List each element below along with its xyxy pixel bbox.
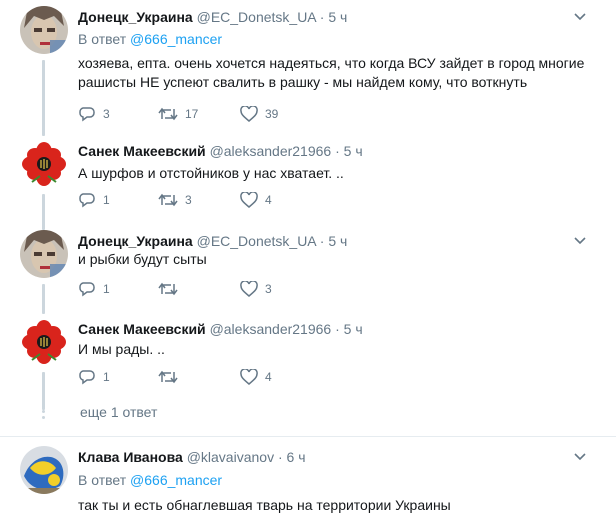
reply-count: 1 bbox=[103, 193, 110, 207]
timestamp[interactable]: 5 ч bbox=[344, 321, 363, 337]
separator: · bbox=[319, 233, 325, 249]
reply-button[interactable]: 1 bbox=[78, 279, 110, 299]
heart-icon bbox=[240, 192, 258, 208]
reply-prefix: В ответ bbox=[78, 31, 127, 47]
tweet-text-line: рашисты НЕ успеют свалить в рашку - мы н… bbox=[78, 74, 528, 90]
chevron-down-icon[interactable] bbox=[574, 12, 586, 22]
tweet-header: Донецк_Украина @EC_Donetsk_UA · 5 ч bbox=[78, 233, 347, 249]
reply-icon bbox=[79, 282, 95, 297]
tweet-text: И мы рады. .. bbox=[78, 341, 165, 357]
separator: · bbox=[319, 9, 325, 25]
timestamp[interactable]: 6 ч bbox=[287, 449, 306, 465]
reply-count: 1 bbox=[103, 282, 110, 296]
timestamp[interactable]: 5 ч bbox=[328, 233, 347, 249]
thread-line bbox=[42, 194, 45, 230]
heart-icon bbox=[240, 281, 258, 297]
tweet-text: хозяева, епта. очень хочется надеяться, … bbox=[78, 54, 584, 92]
reply-button[interactable]: 1 bbox=[78, 190, 110, 210]
tweet-text-line: хозяева, епта. очень хочется надеяться, … bbox=[78, 55, 585, 71]
avatar[interactable] bbox=[20, 318, 68, 366]
author-name[interactable]: Санек Макеевский bbox=[78, 321, 206, 337]
author-handle[interactable]: @aleksander21966 bbox=[210, 321, 332, 337]
thread-line bbox=[42, 60, 45, 136]
thread-line bbox=[42, 284, 45, 314]
reply-button[interactable]: 3 bbox=[78, 104, 110, 124]
chevron-down-icon[interactable] bbox=[574, 452, 586, 462]
reply-button[interactable]: 1 bbox=[78, 367, 110, 387]
reply-context: В ответ @666_mancer bbox=[78, 472, 222, 488]
retweet-button[interactable] bbox=[158, 279, 185, 299]
like-button[interactable]: 3 bbox=[240, 279, 272, 299]
author-name[interactable]: Клава Иванова bbox=[78, 449, 183, 465]
retweet-icon bbox=[158, 193, 178, 207]
tweet-header: Донецк_Украина @EC_Donetsk_UA · 5 ч bbox=[78, 9, 347, 25]
reply-icon bbox=[79, 370, 95, 385]
reply-to-link[interactable]: @666_mancer bbox=[130, 31, 222, 47]
tweet-text: и рыбки будут сыты bbox=[78, 251, 207, 267]
like-count: 4 bbox=[265, 193, 272, 207]
avatar[interactable] bbox=[20, 230, 68, 278]
author-handle[interactable]: @EC_Donetsk_UA bbox=[197, 233, 316, 249]
retweet-icon bbox=[158, 282, 178, 296]
like-count: 4 bbox=[265, 370, 272, 384]
retweet-icon bbox=[158, 107, 178, 121]
timestamp[interactable]: 5 ч bbox=[344, 143, 363, 159]
chevron-down-icon[interactable] bbox=[574, 236, 586, 246]
retweet-icon bbox=[158, 370, 178, 384]
tweet-header: Санек Макеевский @aleksander21966 · 5 ч bbox=[78, 321, 363, 337]
retweet-button[interactable] bbox=[158, 367, 185, 387]
reply-prefix: В ответ bbox=[78, 472, 127, 488]
avatar[interactable] bbox=[20, 6, 68, 54]
like-button[interactable]: 4 bbox=[240, 190, 272, 210]
divider bbox=[0, 436, 616, 437]
reply-count: 3 bbox=[103, 107, 110, 121]
author-handle[interactable]: @EC_Donetsk_UA bbox=[197, 9, 316, 25]
show-more-replies-link[interactable]: еще 1 ответ bbox=[80, 404, 157, 420]
like-count: 39 bbox=[265, 107, 279, 121]
retweet-button[interactable]: 3 bbox=[158, 190, 192, 210]
retweet-button[interactable]: 17 bbox=[158, 104, 198, 124]
like-count: 3 bbox=[265, 282, 272, 296]
author-name[interactable]: Санек Макеевский bbox=[78, 143, 206, 159]
like-button[interactable]: 39 bbox=[240, 104, 278, 124]
reply-icon bbox=[79, 193, 95, 208]
reply-context: В ответ @666_mancer bbox=[78, 31, 222, 47]
reply-to-link[interactable]: @666_mancer bbox=[130, 472, 222, 488]
reply-count: 1 bbox=[103, 370, 110, 384]
avatar[interactable] bbox=[20, 446, 68, 494]
retweet-count: 17 bbox=[185, 107, 199, 121]
author-name[interactable]: Донецк_Украина bbox=[78, 9, 193, 25]
thread-dots bbox=[42, 404, 45, 422]
reply-icon bbox=[79, 107, 95, 122]
tweet-header: Санек Макеевский @aleksander21966 · 5 ч bbox=[78, 143, 363, 159]
avatar[interactable] bbox=[20, 140, 68, 188]
author-handle[interactable]: @aleksander21966 bbox=[210, 143, 332, 159]
tweet-header: Клава Иванова @klavaivanov · 6 ч bbox=[78, 449, 306, 465]
separator: · bbox=[335, 321, 340, 337]
heart-icon bbox=[240, 369, 258, 385]
heart-icon bbox=[240, 106, 258, 122]
retweet-count: 3 bbox=[185, 193, 192, 207]
author-name[interactable]: Донецк_Украина bbox=[78, 233, 193, 249]
tweet-text: А шурфов и отстойников у нас хватает. .. bbox=[78, 165, 344, 181]
timestamp[interactable]: 5 ч bbox=[328, 9, 347, 25]
tweet-text: так ты и есть обнаглевшая тварь на терри… bbox=[78, 497, 451, 513]
like-button[interactable]: 4 bbox=[240, 367, 272, 387]
author-handle[interactable]: @klavaivanov bbox=[187, 449, 274, 465]
separator: · bbox=[335, 143, 340, 159]
separator: · bbox=[277, 449, 283, 465]
